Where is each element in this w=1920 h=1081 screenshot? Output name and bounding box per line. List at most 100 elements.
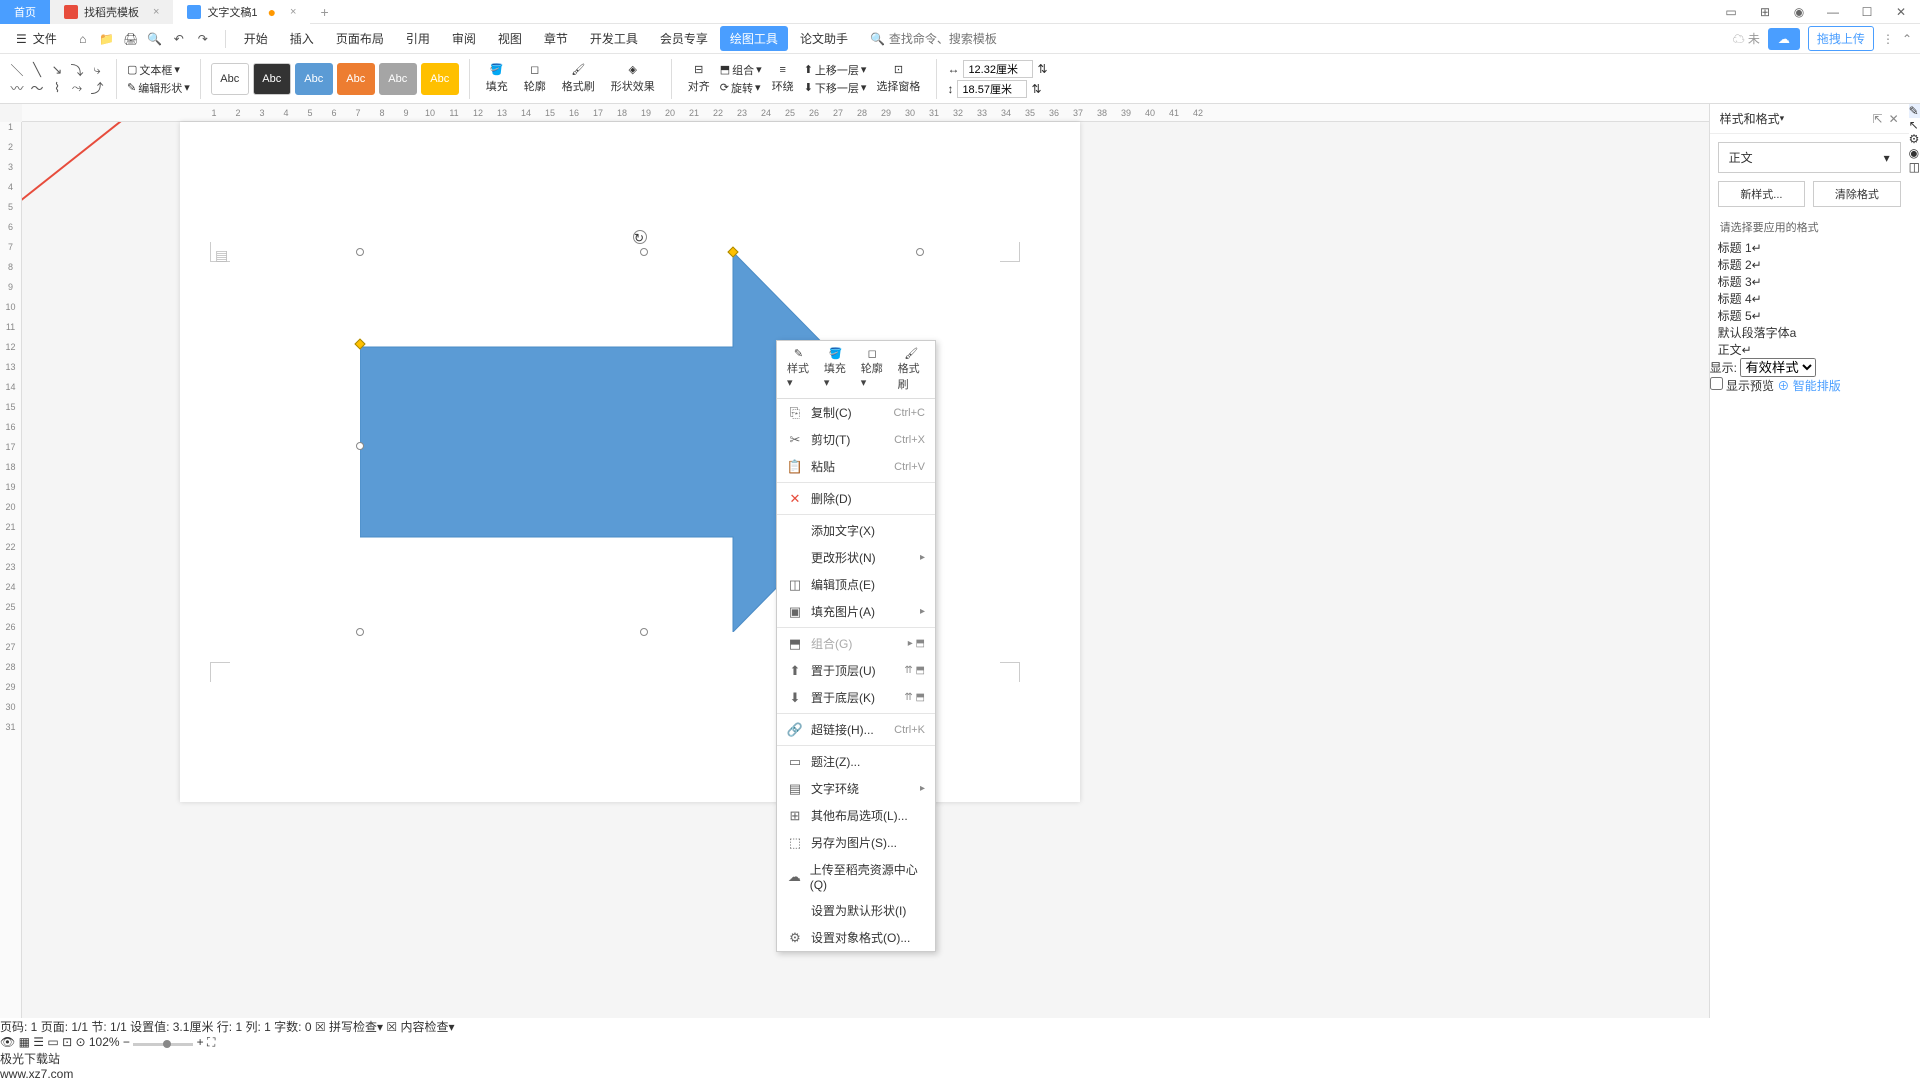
spell-check-toggle[interactable]: ☒ 拼写检查▾: [315, 1020, 383, 1034]
user-icon[interactable]: ◉: [1786, 2, 1812, 22]
style-list-item[interactable]: 标题 1↵: [1718, 239, 1901, 256]
style-list-item[interactable]: 标题 3↵: [1718, 273, 1901, 290]
bring-forward-button[interactable]: ⬆上移一层▾: [804, 62, 867, 78]
ctx-item[interactable]: ⬇置于底层(K)⇈ ⬒: [777, 684, 935, 711]
minimize-icon[interactable]: —: [1820, 2, 1846, 22]
ctx-tool-0[interactable]: ✎样式▾: [781, 345, 816, 394]
canvas[interactable]: 1234567891011121314151617181920212223242…: [0, 104, 1709, 1018]
menu-tab-8[interactable]: 会员专享: [650, 26, 718, 51]
zoom-label[interactable]: 102%: [89, 1035, 120, 1049]
search-box[interactable]: 🔍: [870, 32, 1009, 46]
layout-icon[interactable]: ▭: [1718, 2, 1744, 22]
shape3[interactable]: ⌇: [48, 80, 66, 96]
style-swatch-2[interactable]: Abc: [253, 63, 291, 95]
width-input[interactable]: [963, 60, 1033, 78]
menu-tab-9[interactable]: 绘图工具: [720, 26, 788, 51]
line2-shape[interactable]: ╲: [28, 62, 46, 78]
cursor-tool-icon[interactable]: ↖: [1909, 118, 1920, 132]
print-icon[interactable]: 🖨: [121, 29, 141, 49]
wrap-button[interactable]: ≡环绕: [766, 62, 800, 96]
view-icon-2[interactable]: ☰: [33, 1035, 44, 1049]
ctx-item[interactable]: ▭题注(Z)...: [777, 748, 935, 775]
smart-layout-link[interactable]: ⊕ 智能排版: [1777, 379, 1840, 393]
redo-icon[interactable]: ↷: [193, 29, 213, 49]
rotate-handle[interactable]: ↻: [633, 230, 647, 244]
settings-tool-icon[interactable]: ⚙: [1909, 132, 1920, 146]
pin-icon[interactable]: ⇱: [1873, 112, 1883, 126]
edit-shape-button[interactable]: ✎ 编辑形状 ▾: [127, 80, 190, 96]
maximize-icon[interactable]: ☐: [1854, 2, 1880, 22]
tab-add[interactable]: +: [310, 4, 338, 20]
close-window-icon[interactable]: ✕: [1888, 2, 1914, 22]
ctx-tool-1[interactable]: 🪣填充▾: [818, 345, 853, 394]
arrow-shape[interactable]: ↘: [48, 62, 66, 78]
close-icon[interactable]: ×: [290, 6, 296, 18]
menu-tab-10[interactable]: 论文助手: [790, 26, 858, 51]
view-mode-icon[interactable]: 👁: [0, 1035, 15, 1049]
location-tool-icon[interactable]: ◉: [1909, 146, 1920, 160]
new-style-button[interactable]: 新样式...: [1718, 181, 1806, 207]
pen-tool-icon[interactable]: ✎: [1909, 104, 1920, 118]
format-painter-button[interactable]: 🖌格式刷: [556, 61, 601, 96]
close-icon[interactable]: ×: [153, 6, 159, 18]
content-check-toggle[interactable]: ☒ 内容检查▾: [386, 1020, 454, 1034]
tab-document[interactable]: 文字文稿1 ● ×: [173, 0, 310, 24]
menu-tab-3[interactable]: 引用: [396, 26, 440, 51]
style-list-item[interactable]: 标题 4↵: [1718, 290, 1901, 307]
ctx-item[interactable]: ✂剪切(T)Ctrl+X: [777, 426, 935, 453]
ctx-item[interactable]: ☁上传至稻壳资源中心(Q): [777, 856, 935, 897]
ctx-tool-2[interactable]: ◻轮廓▾: [855, 345, 890, 394]
current-style-dropdown[interactable]: 正文 ▾: [1718, 142, 1901, 173]
menu-tab-5[interactable]: 视图: [488, 26, 532, 51]
shape-effects-button[interactable]: ◈形状效果: [605, 61, 661, 96]
close-panel-icon[interactable]: ✕: [1889, 112, 1899, 126]
zoom-slider[interactable]: [133, 1043, 193, 1046]
open-icon[interactable]: 📁: [97, 29, 117, 49]
style-list-item[interactable]: 默认段落字体a: [1718, 324, 1901, 341]
expand-icon[interactable]: ⌃: [1902, 32, 1912, 46]
ctx-item[interactable]: 更改形状(N)▸: [777, 544, 935, 571]
curve-shape[interactable]: 〰: [8, 80, 26, 96]
ctx-item[interactable]: 设置为默认形状(I): [777, 897, 935, 924]
grid-icon[interactable]: ⊞: [1752, 2, 1778, 22]
chevron-down-icon[interactable]: ⋮: [1882, 32, 1894, 46]
height-input[interactable]: [957, 80, 1027, 98]
layers-tool-icon[interactable]: ◫: [1909, 160, 1920, 174]
style-list-item[interactable]: 标题 2↵: [1718, 256, 1901, 273]
document-page[interactable]: ▤ ↻: [180, 122, 1080, 802]
zoom-in-icon[interactable]: +: [197, 1035, 204, 1049]
fill-button[interactable]: 🪣填充: [480, 61, 514, 96]
rotate-button[interactable]: ⟳旋转▾: [720, 80, 762, 96]
menu-tab-1[interactable]: 插入: [280, 26, 324, 51]
style-swatch-6[interactable]: Abc: [421, 63, 459, 95]
group-button[interactable]: ⬒组合▾: [720, 62, 762, 78]
ctx-item[interactable]: ⚙设置对象格式(O)...: [777, 924, 935, 951]
style-swatch-5[interactable]: Abc: [379, 63, 417, 95]
menu-file[interactable]: ☰ 文件: [8, 30, 65, 47]
home-icon[interactable]: ⌂: [73, 29, 93, 49]
style-swatch-4[interactable]: Abc: [337, 63, 375, 95]
style-swatch-3[interactable]: Abc: [295, 63, 333, 95]
view-icon-1[interactable]: ▦: [19, 1035, 30, 1049]
undo-icon[interactable]: ↶: [169, 29, 189, 49]
zoom-fit-icon[interactable]: ⊙: [75, 1035, 85, 1049]
style-swatch-1[interactable]: Abc: [211, 63, 249, 95]
ctx-item[interactable]: ▤文字环绕▸: [777, 775, 935, 802]
preview-icon[interactable]: 🔍: [145, 29, 165, 49]
ctx-item[interactable]: ⊞其他布局选项(L)...: [777, 802, 935, 829]
resize-handle-w[interactable]: [356, 442, 364, 450]
outline-button[interactable]: ◻轮廓: [518, 61, 552, 96]
cloud-upload-button[interactable]: ☁: [1768, 28, 1800, 50]
ctx-item[interactable]: ✕删除(D): [777, 485, 935, 512]
align-button[interactable]: ⊟对齐: [682, 61, 716, 96]
ctx-item[interactable]: 添加文字(X): [777, 517, 935, 544]
menu-tab-0[interactable]: 开始: [234, 26, 278, 51]
ctx-item[interactable]: ⬚另存为图片(S)...: [777, 829, 935, 856]
ctx-item[interactable]: ⎘复制(C)Ctrl+C: [777, 399, 935, 426]
connector-shape[interactable]: ⤵: [68, 62, 86, 78]
ctx-item[interactable]: ▣填充图片(A)▸: [777, 598, 935, 625]
clear-format-button[interactable]: 清除格式: [1813, 181, 1901, 207]
upload-button[interactable]: 拖拽上传: [1808, 26, 1874, 51]
resize-handle-n[interactable]: [640, 248, 648, 256]
ctx-item[interactable]: ⬆置于顶层(U)⇈ ⬒: [777, 657, 935, 684]
